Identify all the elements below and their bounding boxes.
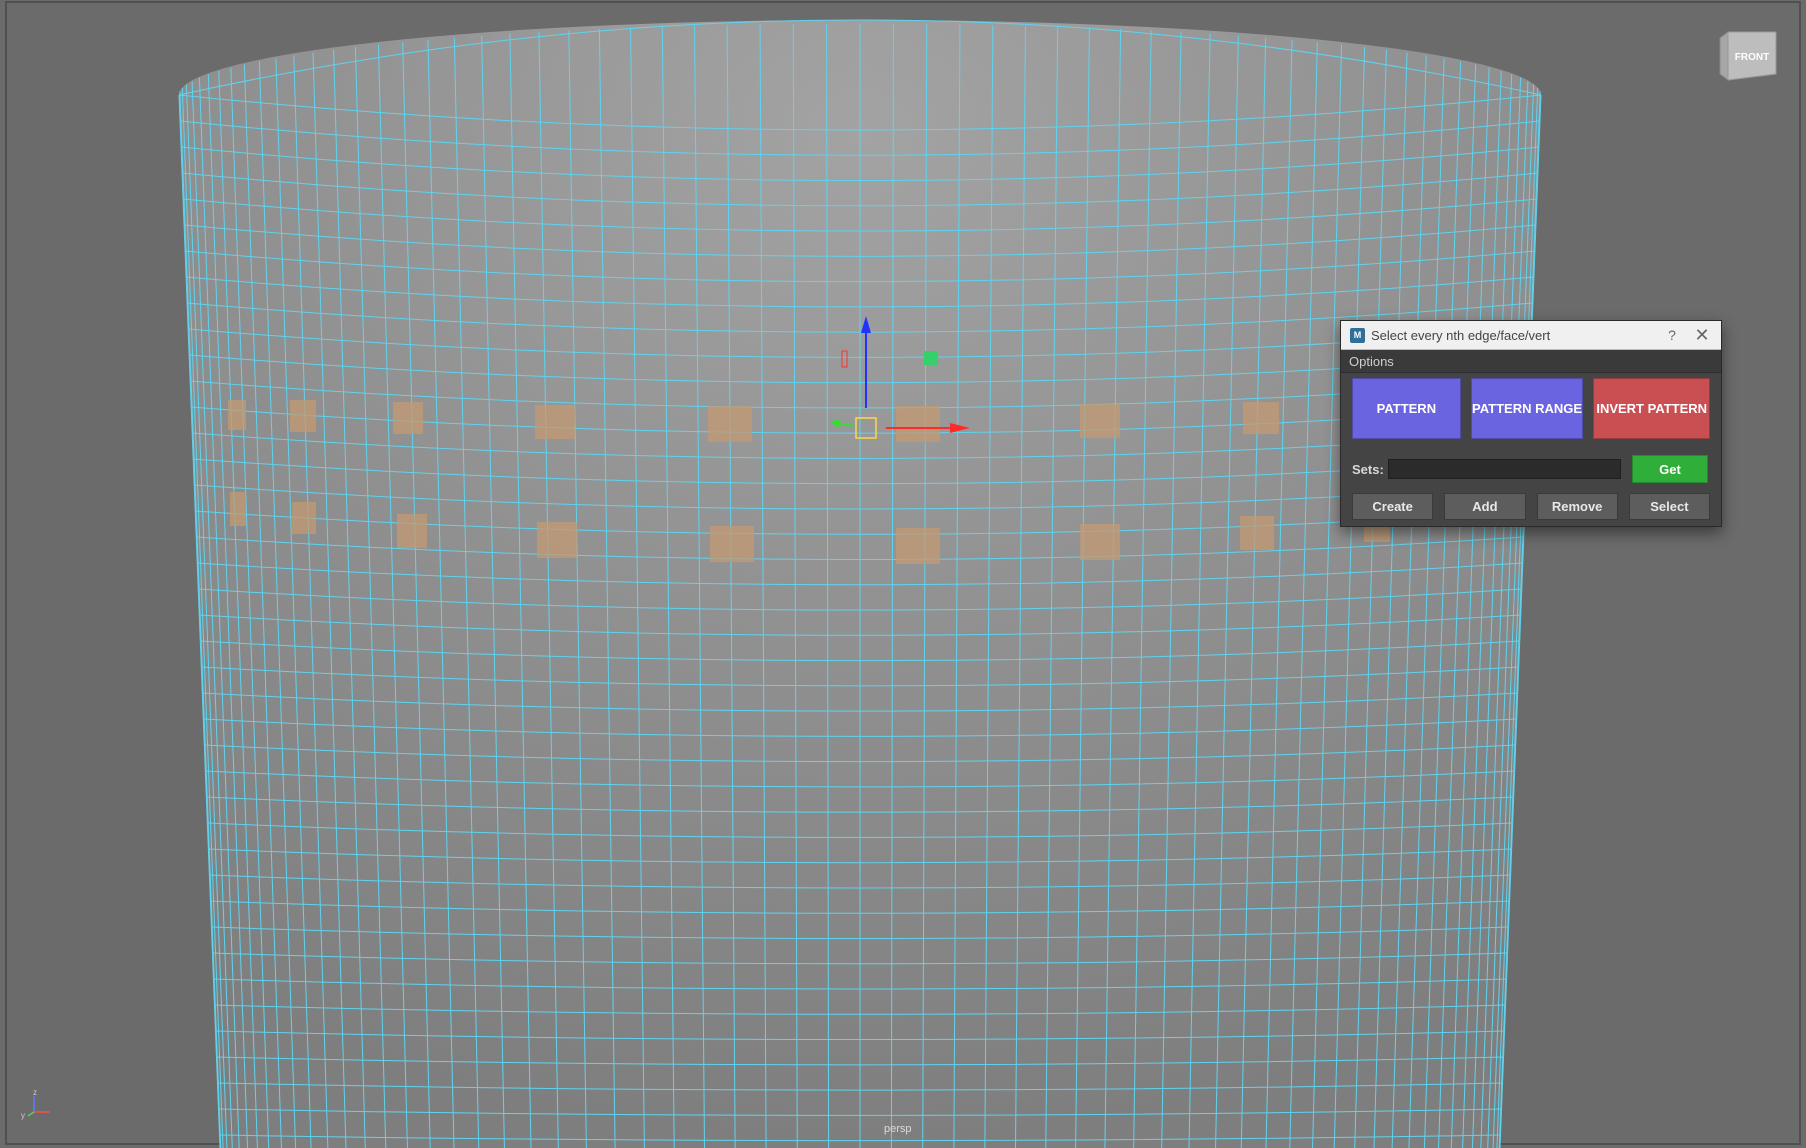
add-button[interactable]: Add bbox=[1444, 493, 1526, 520]
axis-z-label: z bbox=[33, 1090, 37, 1097]
selected-face bbox=[708, 406, 752, 442]
create-button[interactable]: Create bbox=[1352, 493, 1434, 520]
selected-face bbox=[896, 406, 940, 442]
pattern-button[interactable]: PATTERN bbox=[1352, 378, 1461, 439]
selected-face bbox=[535, 405, 575, 439]
selected-face bbox=[292, 502, 316, 534]
selected-face bbox=[537, 522, 577, 558]
pattern-buttons-row: PATTERN PATTERN RANGE INVERT PATTERN bbox=[1341, 373, 1721, 439]
axis-gizmo-icon: z y bbox=[21, 1090, 50, 1120]
viewport-canvas[interactable] bbox=[0, 0, 1806, 1148]
get-button[interactable]: Get bbox=[1632, 455, 1708, 483]
view-cube-icon[interactable]: FRONT bbox=[1716, 30, 1778, 82]
dialog-menu-bar: Options bbox=[1341, 350, 1721, 373]
sets-row: Sets: Get bbox=[1341, 439, 1721, 483]
set-actions-row: Create Add Remove Select bbox=[1341, 483, 1721, 520]
selected-face bbox=[290, 400, 316, 432]
dialog-title: Select every nth edge/face/vert bbox=[1371, 327, 1551, 343]
sets-label: Sets: bbox=[1352, 461, 1384, 477]
selected-face bbox=[393, 402, 423, 434]
close-icon[interactable]: ✕ bbox=[1687, 321, 1717, 349]
3d-viewport[interactable]: FRONT persp z y bbox=[0, 0, 1806, 1148]
remove-button[interactable]: Remove bbox=[1536, 493, 1618, 520]
select-button[interactable]: Select bbox=[1628, 493, 1710, 520]
selected-face bbox=[1243, 402, 1279, 434]
selected-face bbox=[230, 492, 246, 526]
select-every-nth-dialog[interactable]: M Select every nth edge/face/vert ? ✕ Op… bbox=[1340, 320, 1722, 527]
view-cube[interactable]: FRONT bbox=[1716, 30, 1778, 82]
selected-face bbox=[1240, 516, 1274, 550]
selected-face bbox=[896, 528, 940, 564]
invert-pattern-button[interactable]: INVERT PATTERN bbox=[1593, 378, 1711, 439]
camera-label: persp bbox=[884, 1123, 912, 1135]
dialog-titlebar[interactable]: M Select every nth edge/face/vert ? ✕ bbox=[1341, 321, 1721, 350]
pattern-range-button[interactable]: PATTERN RANGE bbox=[1470, 378, 1584, 439]
selected-face bbox=[397, 514, 427, 548]
view-cube-label: FRONT bbox=[1735, 52, 1769, 63]
manipulator-plane-handle bbox=[924, 351, 938, 365]
selected-face bbox=[1080, 404, 1120, 438]
selected-face bbox=[710, 526, 754, 562]
sets-input[interactable] bbox=[1388, 459, 1621, 479]
options-menu[interactable]: Options bbox=[1349, 354, 1394, 369]
help-button[interactable]: ? bbox=[1657, 321, 1687, 349]
selected-face bbox=[1080, 524, 1120, 560]
maya-app-icon: M bbox=[1350, 327, 1365, 343]
axis-y-label: y bbox=[21, 1111, 25, 1120]
selected-face bbox=[228, 400, 246, 430]
